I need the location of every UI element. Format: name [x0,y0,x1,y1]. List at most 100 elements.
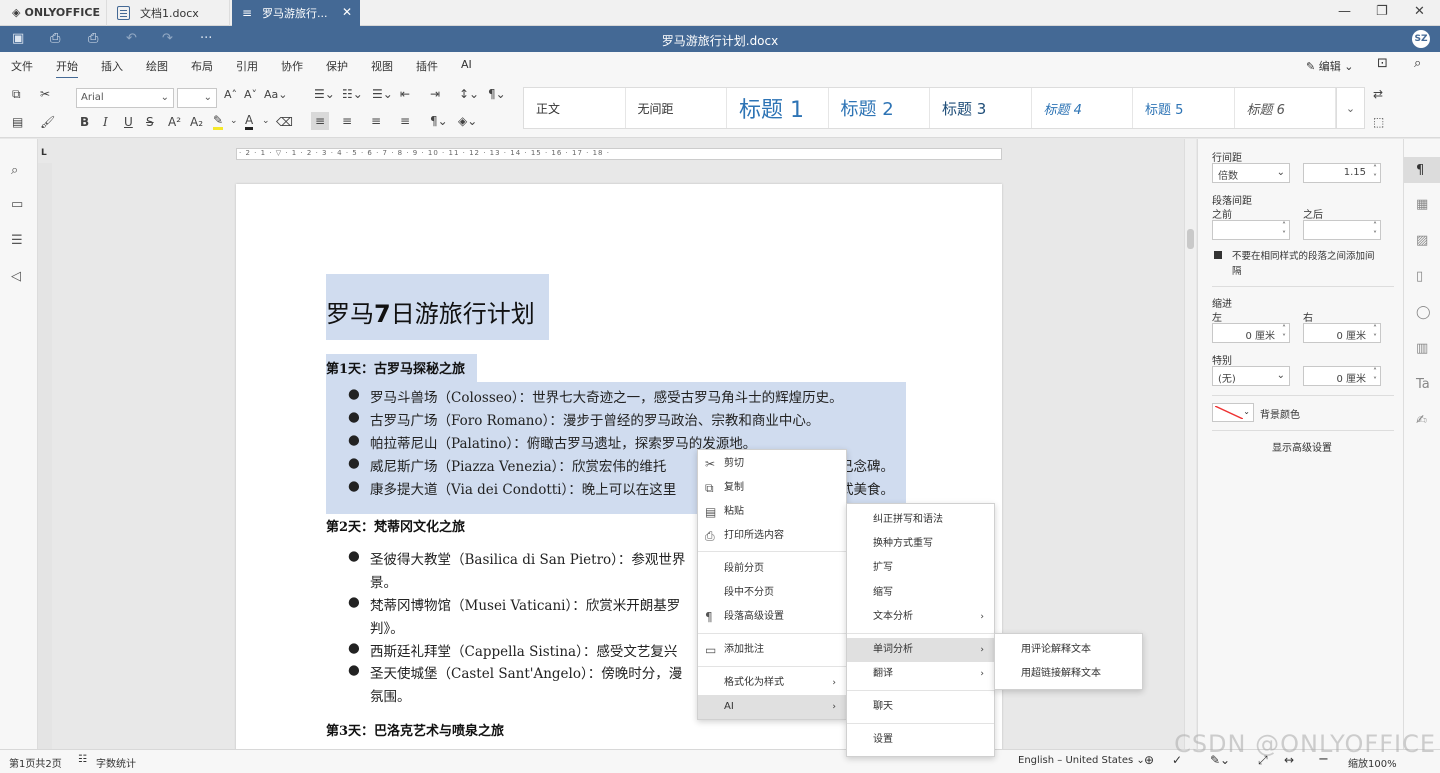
header-footer-icon[interactable]: ▯ [1416,269,1423,284]
vertical-scrollbar[interactable] [1184,139,1196,749]
menu-keep-lines[interactable]: 段中不分页 [698,581,846,605]
background-color-picker[interactable]: ⌄ [1212,403,1254,422]
style-no-spacing[interactable]: 无间距 [626,88,727,128]
strikethrough-icon[interactable]: S [146,115,154,129]
copy-icon[interactable]: ⧉ [12,87,21,102]
paragraph-marks-icon[interactable]: ¶⌄ [430,114,448,128]
decrease-font-icon[interactable]: A˅ [244,88,257,101]
highlight-icon[interactable]: ✎ [213,114,224,130]
styles-expand-icon[interactable]: ⌄ [1336,88,1364,128]
style-heading-6[interactable]: 标题 6 [1235,88,1336,128]
menu-print-selection[interactable]: ⎙ 打印所选内容 [698,524,846,548]
chevron-down-icon[interactable]: ⌄ [230,116,238,126]
bullet-list-icon[interactable]: ☰⌄ [314,87,335,101]
shading-icon[interactable]: ◈⌄ [458,114,477,128]
menu-paragraph-advanced[interactable]: ¶ 段落高级设置 [698,605,846,629]
menu-page-break-before[interactable]: 段前分页 [698,557,846,581]
edit-mode-button[interactable]: ✎ 编辑 ⌄ [1306,58,1353,74]
feedback-icon[interactable]: ◁ [11,269,21,284]
restore-button[interactable]: ❐ [1376,4,1388,19]
numbered-list-icon[interactable]: ☷⌄ [342,87,363,101]
globe-icon[interactable]: ⊕ [1144,753,1154,767]
indent-right-input[interactable]: 0 厘米 ˄ ˅ [1303,323,1381,343]
line-spacing-mode-select[interactable]: 倍数 ⌄ [1212,163,1290,183]
minimize-button[interactable]: — [1338,4,1351,19]
tab-references[interactable]: 引用 [236,58,258,74]
tab-ai[interactable]: AI [461,58,472,71]
tab-collaboration[interactable]: 协作 [281,58,303,74]
font-name-select[interactable]: Arial ⌄ [76,88,174,108]
italic-icon[interactable]: I [103,115,108,129]
avatar[interactable]: SZ [1412,30,1430,48]
align-center-icon[interactable]: ≡ [342,114,352,128]
menu-copy[interactable]: ⧉ 复制 [698,476,846,500]
subscript-icon[interactable]: A₂ [190,115,203,129]
style-heading-2[interactable]: 标题 2 [829,88,930,128]
special-indent-input[interactable]: 0 厘米 ˄ ˅ [1303,366,1381,386]
increase-indent-icon[interactable]: ⇥ [430,87,440,101]
decrease-indent-icon[interactable]: ⇤ [400,87,410,101]
bold-icon[interactable]: B [80,115,89,129]
pilcrow-icon[interactable]: ¶⌄ [488,87,506,101]
chart-icon[interactable]: ▥ [1416,341,1428,356]
underline-icon[interactable]: U [124,115,133,129]
scroll-thumb[interactable] [1187,229,1194,249]
ai-text-analysis[interactable]: 文本分析 › [847,605,994,629]
menu-format-as-style[interactable]: 格式化为样式 › [698,671,846,695]
horizontal-ruler[interactable]: · 2 · 1 · ▽ · 1 · 2 · 3 · 4 · 5 · 6 · 7 … [236,148,1002,160]
show-advanced-link[interactable]: 显示高级设置 [1272,439,1332,454]
format-painter-icon[interactable]: 🖌 [40,115,55,129]
navigation-icon[interactable]: ☰ [11,233,23,248]
menu-paste[interactable]: ▤ 粘贴 [698,500,846,524]
ai-word-analysis[interactable]: 单词分析 › [847,638,994,662]
cut-icon[interactable]: ✂ [40,87,50,101]
paste-icon[interactable]: ▤ [12,115,23,129]
spacing-after-input[interactable]: ˄ ˅ [1303,220,1381,240]
ai-shorten[interactable]: 缩写 [847,581,994,605]
justify-icon[interactable]: ≡ [400,114,410,128]
tab-protection[interactable]: 保护 [326,58,348,74]
ai-chat[interactable]: 聊天 [847,695,994,719]
open-folder-icon[interactable]: ⊡ [1377,56,1388,71]
tab-insert[interactable]: 插入 [101,58,123,74]
align-left-icon[interactable]: ≡ [311,112,330,130]
menu-add-comment[interactable]: ▭ 添加批注 [698,638,846,662]
chevron-down-icon[interactable]: ⌄ [262,116,270,126]
tab-layout[interactable]: 布局 [191,58,213,74]
line-spacing-icon[interactable]: ↕⌄ [459,87,479,101]
increase-font-icon[interactable]: A˄ [224,88,237,101]
search-icon[interactable]: ⌕ [1414,56,1421,71]
ai-expand[interactable]: 扩写 [847,556,994,580]
font-color-icon[interactable]: A [245,114,254,130]
close-tab-icon[interactable]: ✕ [342,5,352,19]
font-size-select[interactable]: ⌄ [177,88,217,108]
explain-with-comment[interactable]: 用评论解释文本 [995,638,1142,662]
replace-icon[interactable]: ⇄ [1373,87,1383,101]
comments-icon[interactable]: ▭ [11,197,23,212]
text-art-icon[interactable]: Ta [1416,377,1430,392]
line-spacing-value-input[interactable]: 1.15 ˄ ˅ [1303,163,1381,183]
change-case-icon[interactable]: Aa⌄ [264,88,287,101]
superscript-icon[interactable]: A² [168,115,181,129]
table-icon[interactable]: ▦ [1416,197,1428,212]
style-heading-3[interactable]: 标题 3 [930,88,1032,128]
menu-ai[interactable]: AI › [698,695,846,719]
style-heading-5[interactable]: 标题 5 [1133,88,1235,128]
search-icon[interactable]: ⌕ [11,163,18,178]
select-all-icon[interactable]: ⬚ [1373,115,1384,129]
menu-cut[interactable]: ✂ 剪切 [698,452,846,476]
tab-file[interactable]: 文件 [11,58,33,74]
style-normal[interactable]: 正文 [524,88,626,128]
ai-translate[interactable]: 翻译 › [847,662,994,686]
image-icon[interactable]: ▨ [1416,233,1428,248]
clear-format-icon[interactable]: ⌫ [276,115,293,129]
explain-with-hyperlink[interactable]: 用超链接解释文本 [995,662,1142,686]
tab-stop-selector[interactable]: L [41,148,47,158]
shape-icon[interactable]: ◯ [1416,305,1431,320]
tab-active-document[interactable]: ≡ 罗马游旅行... ✕ [232,0,360,26]
tab-document1[interactable]: 文档1.docx [106,0,230,26]
signature-icon[interactable]: ✍ [1416,413,1427,428]
spacing-before-input[interactable]: ˄ ˅ [1212,220,1290,240]
close-window-button[interactable]: ✕ [1414,4,1425,19]
tab-view[interactable]: 视图 [371,58,393,74]
